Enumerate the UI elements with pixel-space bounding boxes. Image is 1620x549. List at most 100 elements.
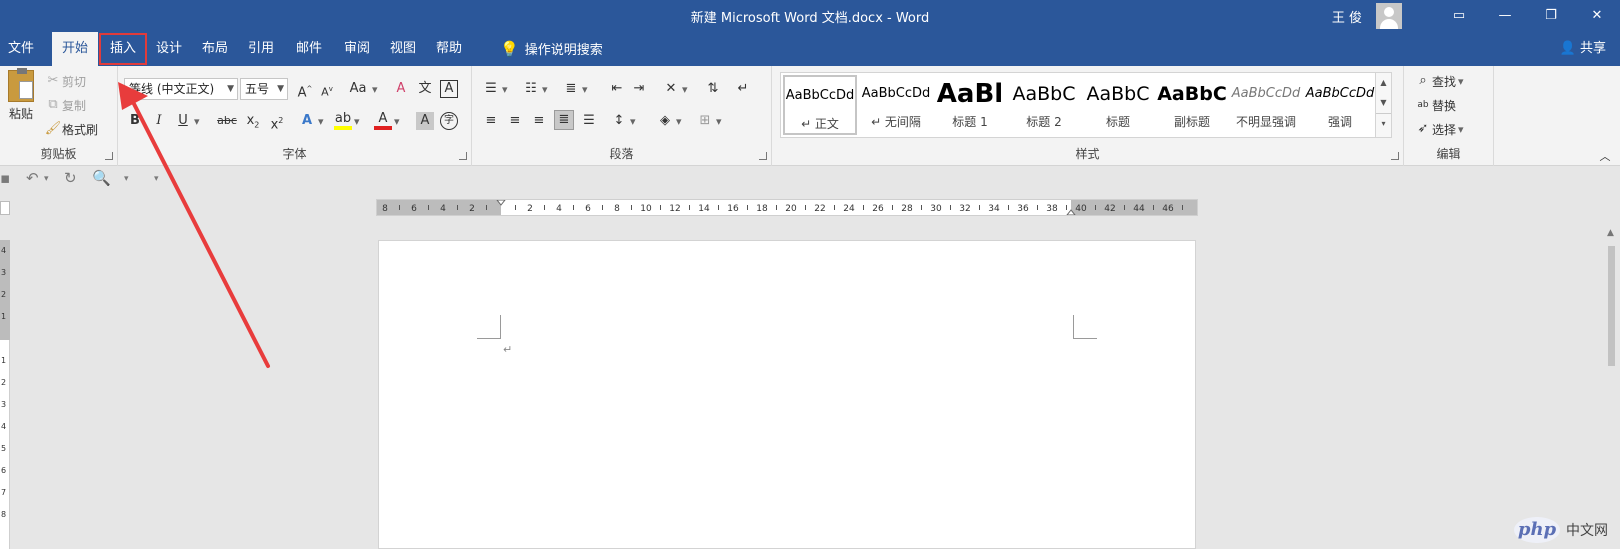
shading-button[interactable]: ◈ ▾	[656, 112, 682, 130]
close-icon[interactable]: ✕	[1574, 0, 1620, 32]
chevron-down-icon[interactable]: ▼	[1376, 93, 1391, 113]
restore-icon[interactable]: ❐	[1528, 0, 1574, 32]
clipboard-launcher-icon[interactable]	[105, 152, 113, 160]
paragraph-launcher-icon[interactable]	[759, 152, 767, 160]
tab-layout[interactable]: 布局	[194, 32, 236, 66]
chevron-down-icon: ▾	[318, 114, 324, 128]
tab-insert[interactable]: 插入	[98, 32, 148, 66]
vertical-scrollbar[interactable]: ▲	[1603, 224, 1620, 549]
tab-review[interactable]: 审阅	[336, 32, 378, 66]
copy-button[interactable]: ⧉ 复制	[44, 96, 86, 114]
undo-icon[interactable]: ↶	[26, 169, 39, 187]
tab-view[interactable]: 视图	[382, 32, 424, 66]
first-line-indent-marker[interactable]	[496, 200, 506, 206]
scissors-icon: ✂	[47, 73, 59, 88]
tab-selector[interactable]	[0, 201, 10, 215]
user-name[interactable]: 王 俊	[1332, 7, 1362, 26]
collapse-ribbon-icon[interactable]: ︿	[1596, 148, 1614, 166]
scrollbar-thumb[interactable]	[1608, 246, 1615, 366]
chevron-up-icon[interactable]: ▲	[1376, 73, 1391, 93]
font-color-button[interactable]: A ▾	[374, 112, 400, 130]
bold-button[interactable]: B	[126, 112, 144, 130]
style-heading-1[interactable]: AaBl 标题 1	[933, 75, 1007, 135]
change-case-button[interactable]: Aa ▾	[346, 80, 378, 98]
multilevel-list-button[interactable]: ≣ ▾	[562, 80, 588, 98]
style-emphasis[interactable]: AaBbCcDd 强调	[1303, 75, 1377, 135]
show-marks-button[interactable]: ↵	[734, 80, 752, 98]
cut-button[interactable]: ✂ 剪切	[44, 72, 86, 90]
superscript-button[interactable]: x2	[268, 112, 286, 132]
justify-button[interactable]: ≣	[554, 110, 574, 130]
vertical-ruler-label: 7	[1, 488, 7, 497]
strikethrough-button[interactable]: abc	[214, 112, 240, 130]
chinese-layout-button[interactable]: ✕ ▾	[662, 80, 688, 98]
italic-button[interactable]: I	[150, 112, 168, 130]
highlight-color-button[interactable]: ab ▾	[334, 112, 360, 130]
increase-indent-button[interactable]: ⇥	[630, 80, 648, 98]
font-launcher-icon[interactable]	[459, 152, 467, 160]
minimize-icon[interactable]: —	[1482, 0, 1528, 32]
tab-file[interactable]: 文件	[0, 32, 42, 66]
more-styles-icon[interactable]: ▾	[1376, 113, 1391, 133]
scroll-up-icon[interactable]: ▲	[1607, 228, 1614, 238]
font-size-combo[interactable]: 五号 ▼	[240, 78, 288, 100]
style-subtitle[interactable]: AaBbC 副标题	[1155, 75, 1229, 135]
print-preview-icon[interactable]: 🔍	[92, 169, 111, 187]
paste-button[interactable]: 粘贴	[4, 68, 38, 122]
align-center-button[interactable]: ≡	[506, 112, 524, 130]
phonetic-guide-button[interactable]: 文	[416, 80, 434, 98]
style-no-spacing[interactable]: AaBbCcDd ↵ 无间隔	[859, 75, 933, 135]
clipboard-icon	[8, 68, 34, 102]
borders-button[interactable]: ⊞ ▾	[696, 112, 722, 130]
clear-formatting-button[interactable]: A	[392, 80, 410, 98]
gallery-scroll[interactable]: ▲ ▼ ▾	[1375, 73, 1391, 137]
horizontal-ruler[interactable]: 8 6 4 2 2 4 6 8 10 12 14 16 18 20 22 24 26 28 30 32 34 36 38 40…	[376, 199, 1198, 216]
shrink-font-button[interactable]: Av	[318, 80, 336, 99]
redo-icon[interactable]: ↻	[64, 169, 77, 187]
style-normal[interactable]: AaBbCcDd ↵ 正文	[783, 75, 857, 135]
distributed-button[interactable]: ☰	[580, 112, 598, 130]
character-border-button[interactable]: A	[440, 80, 458, 98]
ribbon-display-options-icon[interactable]: ▭	[1436, 0, 1482, 32]
character-shading-button[interactable]: A	[416, 112, 434, 130]
numbering-button[interactable]: ☷ ▾	[522, 80, 547, 98]
replace-button[interactable]: ab 替换	[1414, 96, 1456, 114]
vertical-ruler[interactable]: 4 3 2 1 1 2 3 4 5 6 7 8	[0, 240, 10, 549]
subscript-button[interactable]: x2	[244, 112, 262, 130]
style-title[interactable]: AaBbC 标题	[1081, 75, 1155, 135]
tab-home[interactable]: 开始	[52, 32, 98, 66]
chevron-down-icon[interactable]: ▾	[44, 174, 49, 184]
align-left-button[interactable]: ≡	[482, 112, 500, 130]
decrease-indent-button[interactable]: ⇤	[608, 80, 626, 98]
chevron-down-icon: ▾	[1458, 122, 1464, 136]
share-button[interactable]: 👤 共享	[1560, 32, 1606, 66]
bullets-button[interactable]: ☰ ▾	[482, 80, 507, 98]
find-button[interactable]: ⌕ 查找 ▾	[1414, 72, 1463, 90]
enclose-characters-button[interactable]: 字	[440, 112, 458, 130]
vertical-ruler-label: 1	[1, 312, 7, 321]
select-button[interactable]: ➶ 选择 ▾	[1414, 120, 1464, 138]
line-spacing-button[interactable]: ↕ ▾	[610, 112, 636, 130]
style-heading-2[interactable]: AaBbC 标题 2	[1007, 75, 1081, 135]
avatar[interactable]	[1376, 3, 1402, 29]
style-subtle-emphasis[interactable]: AaBbCcDd 不明显强调	[1229, 75, 1303, 135]
document-page[interactable]: ↵	[378, 240, 1196, 549]
enclose-characters-icon: 字	[440, 112, 458, 130]
tab-design[interactable]: 设计	[148, 32, 190, 66]
font-name-combo[interactable]: 等线 (中文正文) ▼	[124, 78, 238, 100]
tell-me-search[interactable]: 💡 操作说明搜索	[500, 32, 603, 66]
styles-launcher-icon[interactable]	[1391, 152, 1399, 160]
grow-font-button[interactable]: A^	[296, 80, 314, 100]
text-effects-button[interactable]: A ▾	[298, 112, 324, 130]
tab-help[interactable]: 帮助	[428, 32, 470, 66]
tab-mailings[interactable]: 邮件	[288, 32, 330, 66]
format-painter-button[interactable]: 🖌 格式刷	[44, 120, 98, 138]
chevron-down-icon[interactable]: ▾	[124, 174, 129, 184]
underline-button[interactable]: U ▾	[174, 112, 199, 130]
right-indent-marker[interactable]	[1066, 209, 1076, 215]
sort-button[interactable]: ⇅	[704, 80, 722, 98]
align-right-button[interactable]: ≡	[530, 112, 548, 130]
customize-toolbar-icon[interactable]: ▾	[154, 174, 159, 184]
save-icon[interactable]: ▪	[0, 169, 10, 187]
tab-references[interactable]: 引用	[240, 32, 282, 66]
